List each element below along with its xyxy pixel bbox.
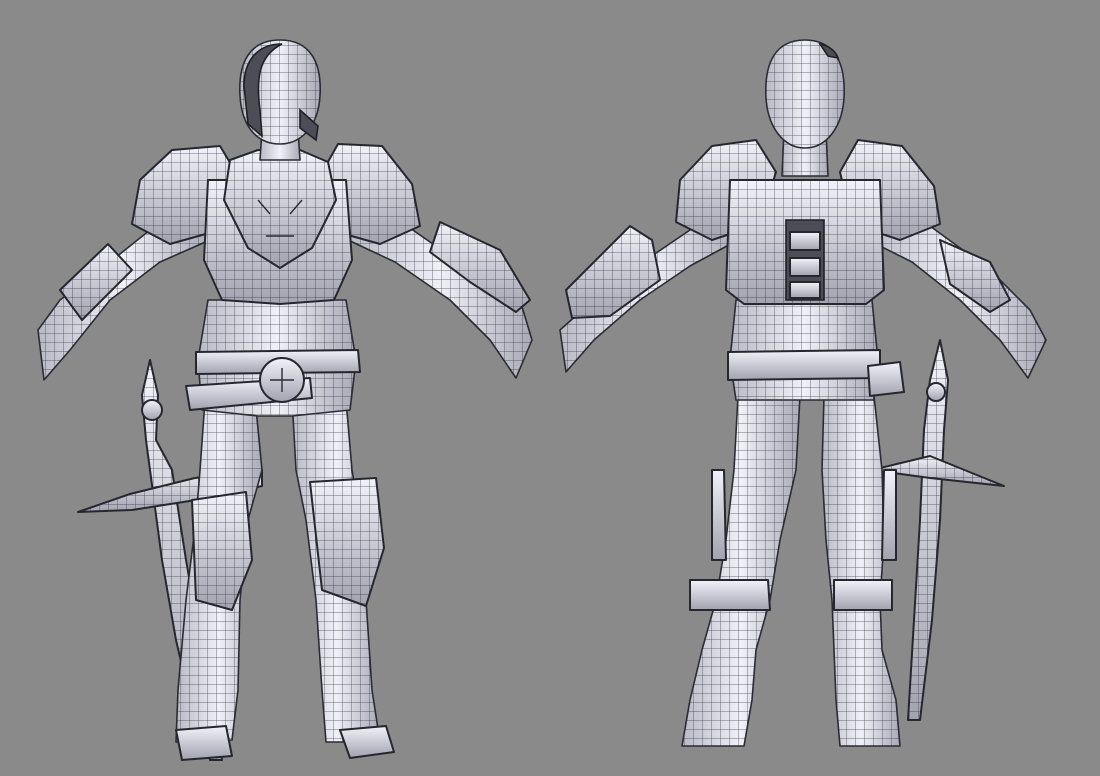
character-model-render [0,0,1100,776]
wireframe-render-viewport [0,0,1100,776]
